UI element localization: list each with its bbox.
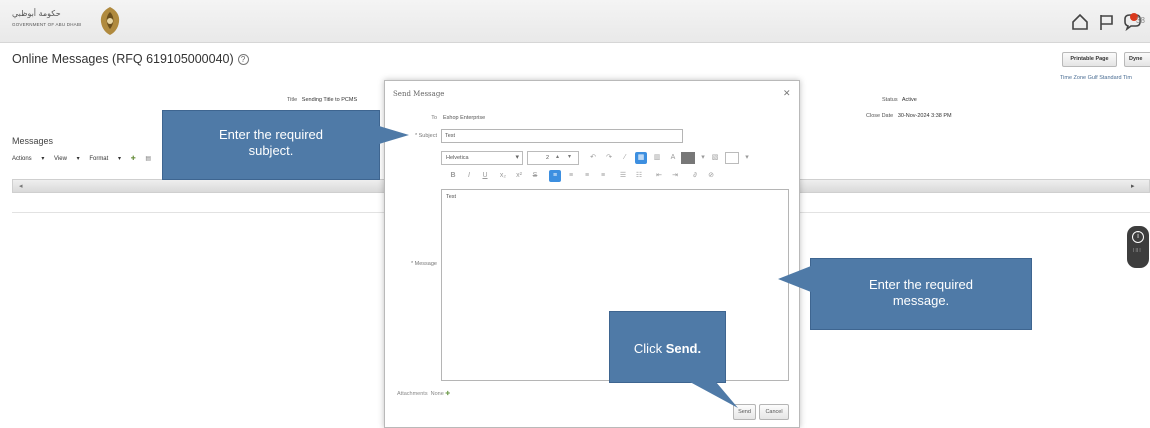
send-callout-prefix: Click: [633, 341, 666, 356]
subject-input[interactable]: Test: [441, 129, 683, 143]
bold-icon[interactable]: B: [447, 170, 459, 182]
bullet-list-icon[interactable]: ☷: [633, 170, 645, 182]
home-icon[interactable]: [1070, 12, 1090, 32]
logo-english-text: GOVERNMENT OF ABU DHABI: [12, 22, 82, 27]
highlight-color-icon[interactable]: ▧: [709, 152, 721, 164]
font-family-select[interactable]: Helvetica ▾: [441, 151, 523, 165]
messages-toolbar: Actions ▾ View ▾ Format ▾ ✚ ▤: [12, 155, 159, 162]
align-right-icon[interactable]: ≡: [581, 170, 593, 182]
actions-menu-label: Actions: [12, 156, 32, 162]
status-value: Active: [901, 97, 917, 103]
underline-icon[interactable]: U: [479, 170, 491, 182]
message-callout-text: Enter the required message.: [868, 277, 974, 308]
title-label: Title: [287, 97, 298, 103]
message-callout: Enter the required message.: [810, 258, 1032, 330]
keypad-icon: ∷∷: [1133, 248, 1141, 254]
format-menu[interactable]: Format ▾: [89, 156, 121, 162]
subject-callout-pointer: [379, 126, 409, 144]
dialog-title: Send Message: [393, 90, 445, 98]
page-title: Online Messages (RFQ 619105000040)?: [12, 52, 249, 66]
strikethrough-icon[interactable]: S: [529, 170, 541, 182]
logo-arabic-text: حكومة أبوظبي: [12, 9, 61, 18]
user-initials[interactable]: 38: [1136, 16, 1150, 25]
close-date-field: Close Date 30-Nov-2024 3:38 PM: [866, 113, 952, 119]
font-size-select[interactable]: 2 ▴ ▾: [527, 151, 579, 165]
text-color-icon[interactable]: A: [667, 152, 679, 164]
subject-callout: Enter the required subject.: [162, 110, 380, 180]
chevron-down-icon[interactable]: ▾: [741, 152, 753, 164]
cancel-button[interactable]: Cancel: [759, 404, 789, 420]
link-icon[interactable]: ∂: [689, 170, 701, 182]
rich-text-toolbar-row-1: Helvetica ▾ 2 ▴ ▾ ↶ ↷ ⁄ ▦ ▥ A ▾ ▧ ▾: [441, 151, 789, 167]
indent-icon[interactable]: ⇥: [669, 170, 681, 182]
subject-label-text: Subject: [418, 133, 437, 139]
chevron-up-icon[interactable]: ▴: [556, 153, 559, 160]
top-header: حكومة أبوظبي GOVERNMENT OF ABU DHABI 38: [0, 0, 1150, 43]
actions-menu[interactable]: Actions ▾: [12, 156, 44, 162]
close-date-label: Close Date: [866, 113, 894, 119]
font-family-value: Helvetica: [446, 155, 469, 161]
format-menu-label: Format: [89, 156, 109, 162]
close-icon[interactable]: ✕: [783, 88, 791, 99]
undo-icon[interactable]: ↶: [587, 152, 599, 164]
align-center-icon[interactable]: ≡: [565, 170, 577, 182]
justify-icon[interactable]: ≡: [597, 170, 609, 182]
send-callout-bold: Send.: [665, 341, 702, 356]
subscript-icon[interactable]: x₂: [497, 170, 509, 182]
unlink-icon[interactable]: ⊘: [705, 170, 717, 182]
send-callout-pointer: [690, 382, 738, 408]
send-callout: Click Send.: [609, 311, 726, 383]
send-message-dialog: Send Message ✕ To Eshop Enterprise * Sub…: [384, 80, 800, 428]
ordered-list-icon[interactable]: ☰: [617, 170, 629, 182]
clear-format-icon[interactable]: ⁄: [619, 152, 631, 164]
status-label: Status: [882, 97, 898, 103]
attachments-value: None: [430, 391, 444, 397]
redo-icon[interactable]: ↷: [603, 152, 615, 164]
detach-icon[interactable]: ▤: [145, 156, 151, 162]
to-label: To: [431, 115, 437, 121]
subject-callout-text: Enter the required subject.: [218, 127, 324, 158]
abu-dhabi-government-logo[interactable]: حكومة أبوظبي GOVERNMENT OF ABU DHABI: [12, 6, 122, 36]
messages-heading: Messages: [12, 136, 54, 146]
italic-icon[interactable]: I: [463, 170, 475, 182]
help-icon[interactable]: ?: [237, 54, 249, 65]
dyne-button[interactable]: Dyne: [1124, 52, 1150, 67]
info-icon: i: [1132, 231, 1144, 243]
outdent-icon[interactable]: ⇤: [653, 170, 665, 182]
text-color-swatch[interactable]: [681, 152, 695, 164]
title-value: Sending Title to PCMS: [301, 97, 358, 103]
chevron-down-icon[interactable]: ▾: [697, 152, 709, 164]
rich-text-toolbar-row-2: B I U x₂ x² S ≡ ≡ ≡ ≡ ☰ ☷ ⇤ ⇥ ∂ ⊘: [441, 169, 789, 185]
message-label-text: Message: [414, 261, 437, 267]
scroll-right-icon[interactable]: ▸: [1131, 182, 1135, 190]
flag-icon[interactable]: [1096, 12, 1116, 32]
printable-page-button[interactable]: Printable Page: [1062, 52, 1117, 67]
view-menu-label: View: [54, 156, 67, 162]
scroll-left-icon[interactable]: ◂: [19, 182, 23, 190]
font-size-value: 2: [546, 155, 550, 161]
title-field: Title Sending Title to PCMS: [287, 97, 357, 103]
message-label: * Message: [411, 261, 437, 267]
chevron-down-icon: ▾: [515, 154, 519, 161]
source-mode-icon[interactable]: ▦: [635, 152, 647, 164]
message-callout-pointer: [778, 266, 811, 292]
time-zone-text: Time Zone Gulf Standard Tim: [1060, 75, 1132, 81]
attachments-field: Attachments None ✚: [397, 391, 450, 397]
superscript-icon[interactable]: x²: [513, 170, 525, 182]
close-date-value: 30-Nov-2024 3:38 PM: [897, 113, 952, 119]
attachments-label: Attachments: [397, 391, 428, 397]
falcon-emblem-icon: [100, 7, 120, 35]
chevron-down-icon[interactable]: ▾: [568, 153, 571, 160]
table-icon[interactable]: ▥: [651, 152, 663, 164]
to-value: Eshop Enterprise: [443, 115, 486, 121]
floating-help-widget[interactable]: i ∷∷: [1127, 226, 1149, 268]
send-callout-text: Click Send.: [610, 341, 725, 356]
add-attachment-icon[interactable]: ✚: [445, 391, 450, 397]
view-menu[interactable]: View ▾: [54, 156, 80, 162]
page-title-text: Online Messages (RFQ 619105000040): [12, 52, 234, 66]
status-field: Status Active: [882, 97, 917, 103]
align-left-icon[interactable]: ≡: [549, 170, 561, 182]
add-icon[interactable]: ✚: [131, 156, 136, 162]
highlight-color-swatch[interactable]: [725, 152, 739, 164]
